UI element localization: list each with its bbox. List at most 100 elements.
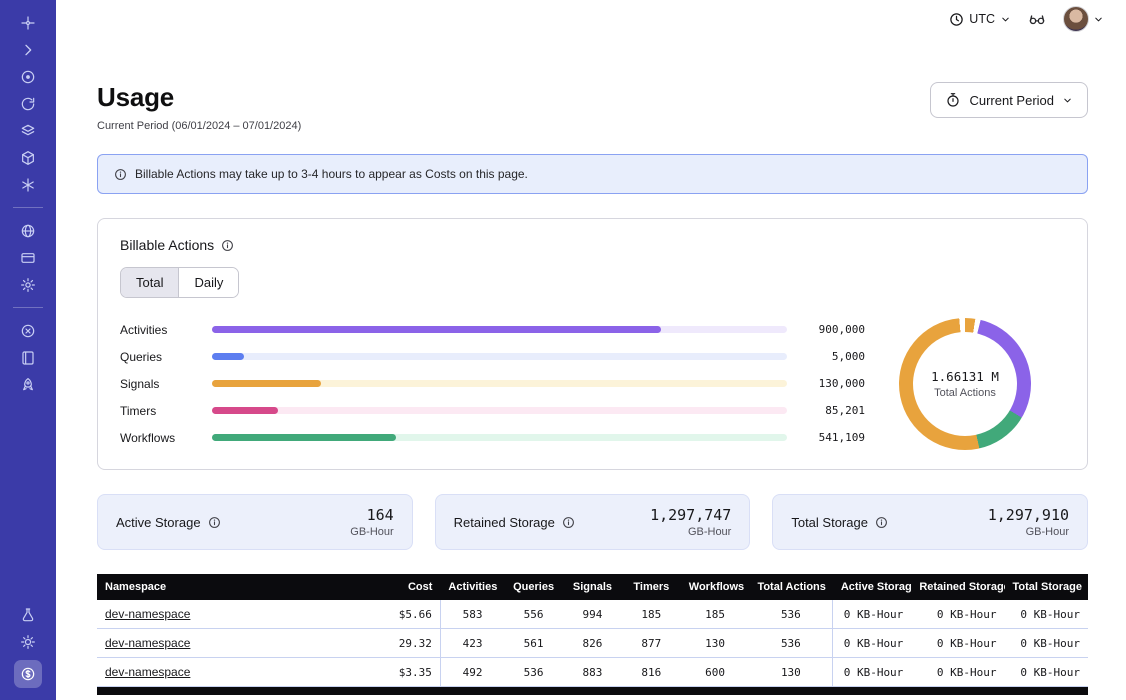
cost-cell: $5.66 [372, 600, 441, 629]
sidebar-item-limits[interactable] [11, 317, 45, 344]
bar-fill [212, 407, 278, 414]
namespace-link[interactable]: dev-namespace [105, 607, 190, 621]
signals-cell: 883 [563, 658, 622, 687]
layers-icon [20, 123, 36, 139]
activities-cell: 583 [440, 600, 504, 629]
workflows-cell: 600 [681, 658, 750, 687]
total-storage-unit: GB-Hour [988, 526, 1069, 538]
col-total-storage: Total Storage [1005, 574, 1088, 600]
info-icon[interactable] [208, 516, 221, 529]
signals-cell: 826 [563, 629, 622, 658]
workflows-cell: 185 [681, 600, 750, 629]
page-header: Usage Current Period (06/01/2024 – 07/01… [97, 82, 1088, 132]
timers-cell: 185 [622, 600, 681, 629]
usage-table: Namespace Cost Activities Queries Signal… [97, 574, 1088, 687]
billable-actions-tabs: Total Daily [120, 267, 239, 298]
sidebar-item-usage[interactable] [14, 660, 42, 688]
total-actions-label: Total Actions [931, 387, 999, 399]
active-storage-card: Active Storage 164 GB-Hour [97, 494, 413, 550]
main-area: UTC Usage Current Period (06/01/2024 – 0… [56, 0, 1126, 700]
donut-center: 1.66131 M Total Actions [913, 332, 1017, 436]
timezone-selector[interactable]: UTC [949, 12, 1011, 27]
page-title: Usage [97, 82, 301, 113]
total-actions-cell: 130 [749, 658, 832, 687]
total-actions-donut: 1.66131 M Total Actions [899, 318, 1031, 450]
bar-fill [212, 434, 396, 441]
period-selector-button[interactable]: Current Period [930, 82, 1088, 118]
sidebar-item-theme[interactable] [11, 628, 45, 655]
globe-icon [20, 223, 36, 239]
active-storage-cell: 0 KB-Hour [833, 629, 911, 658]
sidebar-item-deployments[interactable] [11, 144, 45, 171]
chevron-down-icon [1000, 14, 1011, 25]
sidebar-item-getting-started[interactable] [11, 371, 45, 398]
actions-bar-chart: Activities 900,000 Queries 5,000 Signals [120, 316, 865, 451]
bar-label: Queries [120, 350, 196, 364]
book-icon [20, 350, 36, 366]
tab-daily[interactable]: Daily [179, 268, 238, 297]
sidebar [0, 0, 56, 700]
sidebar-item-layers[interactable] [11, 117, 45, 144]
info-icon [114, 168, 127, 181]
info-icon[interactable] [562, 516, 575, 529]
col-total-actions: Total Actions [749, 574, 832, 600]
bar-label: Signals [120, 377, 196, 391]
asterisk-icon [20, 177, 36, 193]
total-storage-label: Total Storage [791, 515, 868, 530]
sidebar-item-nexus[interactable] [11, 171, 45, 198]
sidebar-item-labs[interactable] [11, 601, 45, 628]
bar-row: Activities 900,000 [120, 316, 865, 343]
retained-storage-cell: 0 KB-Hour [911, 658, 1004, 687]
info-icon[interactable] [875, 516, 888, 529]
retained-storage-cell: 0 KB-Hour [911, 600, 1004, 629]
total-storage-card: Total Storage 1,297,910 GB-Hour [772, 494, 1088, 550]
gear-icon [20, 277, 36, 293]
active-storage-cell: 0 KB-Hour [833, 600, 911, 629]
bar-value: 85,201 [803, 404, 865, 417]
namespace-link[interactable]: dev-namespace [105, 636, 190, 650]
chevron-down-icon [1093, 14, 1104, 25]
billable-actions-title: Billable Actions [120, 237, 214, 253]
storage-summary-row: Active Storage 164 GB-Hour Retained Stor… [97, 494, 1088, 550]
col-retained-storage: Retained Storage [911, 574, 1004, 600]
banner-text: Billable Actions may take up to 3-4 hour… [135, 167, 528, 181]
sidebar-item-billing[interactable] [11, 244, 45, 271]
bar-value: 130,000 [803, 377, 865, 390]
table-row: dev-namespace 29.32 423 561 826 877 130 … [97, 629, 1088, 658]
col-queries: Queries [504, 574, 563, 600]
bar-fill [212, 353, 244, 360]
sidebar-item-docs[interactable] [11, 344, 45, 371]
info-icon[interactable] [221, 239, 234, 252]
sidebar-item-history[interactable] [11, 90, 45, 117]
workflows-cell: 130 [681, 629, 750, 658]
sidebar-item-settings[interactable] [11, 271, 45, 298]
sidebar-item-home[interactable] [11, 9, 45, 36]
bar-track [212, 353, 787, 360]
namespace-link[interactable]: dev-namespace [105, 665, 190, 679]
table-row: dev-namespace $3.35 492 536 883 816 600 … [97, 658, 1088, 687]
sidebar-item-namespaces[interactable] [11, 63, 45, 90]
sidebar-item-regions[interactable] [11, 217, 45, 244]
support-button[interactable] [1027, 10, 1047, 28]
billable-actions-card: Billable Actions Total Daily Activities [97, 218, 1088, 470]
col-workflows: Workflows [681, 574, 750, 600]
info-banner: Billable Actions may take up to 3-4 hour… [97, 154, 1088, 194]
donut-chart-area: 1.66131 M Total Actions [865, 318, 1065, 450]
timezone-label: UTC [969, 12, 995, 26]
sidebar-expand-button[interactable] [11, 36, 45, 63]
retained-storage-card: Retained Storage 1,297,747 GB-Hour [435, 494, 751, 550]
retained-storage-value: 1,297,747 [650, 506, 731, 524]
bar-track [212, 407, 787, 414]
topbar: UTC [56, 0, 1126, 38]
total-actions-cell: 536 [749, 600, 832, 629]
col-activities: Activities [440, 574, 504, 600]
active-storage-value: 164 [350, 506, 393, 524]
dollar-circle-icon [20, 666, 36, 682]
activities-cell: 423 [440, 629, 504, 658]
account-menu[interactable] [1063, 6, 1104, 32]
tab-total[interactable]: Total [121, 268, 179, 297]
circle-dot-icon [20, 69, 36, 85]
active-storage-unit: GB-Hour [350, 526, 393, 538]
table-header-row: Namespace Cost Activities Queries Signal… [97, 574, 1088, 600]
cube-icon [20, 150, 36, 166]
